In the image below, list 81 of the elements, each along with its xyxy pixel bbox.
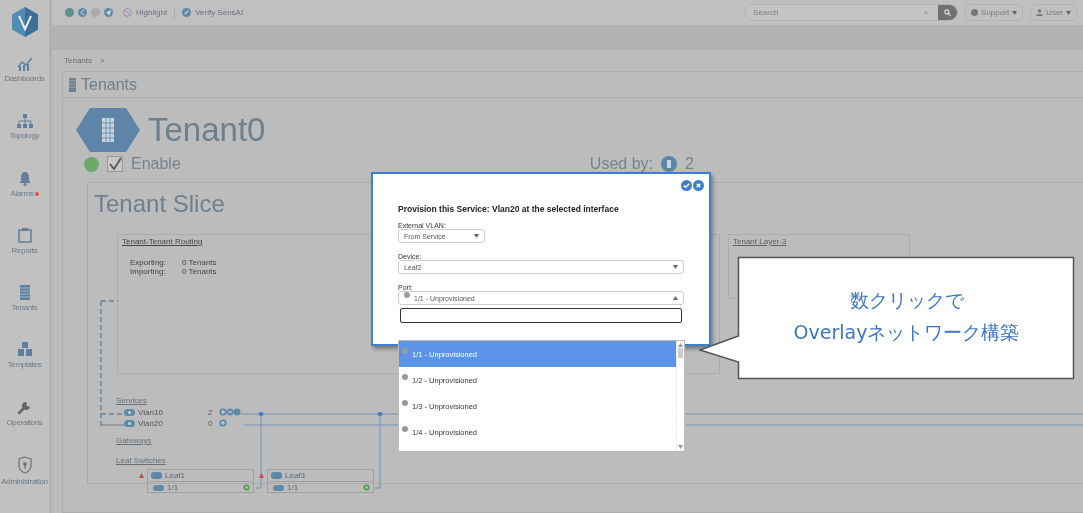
- sidebar-item[interactable]: Operations: [0, 399, 51, 456]
- field-value: 0 Tenants: [182, 267, 217, 276]
- used-by-count: 2: [684, 155, 694, 173]
- logo-icon[interactable]: [11, 7, 38, 37]
- sidebar-item[interactable]: Dashboards: [0, 57, 51, 114]
- close-icon[interactable]: [693, 180, 704, 191]
- hierarchy-icon: [16, 114, 33, 128]
- enable-label: Enable: [131, 155, 181, 173]
- user-menu[interactable]: User: [1030, 4, 1077, 22]
- field-label: Importing:: [130, 267, 167, 276]
- search-icon[interactable]: [944, 9, 952, 17]
- highlight-button[interactable]: Highlight: [136, 8, 168, 18]
- panel-title[interactable]: Tenant-Tenant Routing: [122, 237, 203, 246]
- cubes-icon: [16, 342, 33, 357]
- caret-icon: [678, 445, 683, 449]
- send-button[interactable]: [104, 8, 113, 18]
- switch-name[interactable]: Leaf3: [285, 471, 306, 480]
- user-icon: [1036, 9, 1044, 17]
- share-button[interactable]: [78, 8, 87, 18]
- service-icon: [124, 419, 135, 427]
- field-label: Exporting:: [130, 258, 168, 267]
- panel-title[interactable]: Tenant Layer-3: [733, 237, 787, 246]
- service-actions-icon[interactable]: [219, 408, 243, 416]
- gear-icon[interactable]: [243, 484, 250, 491]
- caret-icon: [1012, 10, 1018, 15]
- caret-icon: [673, 265, 678, 269]
- enable-checkbox[interactable]: [107, 156, 123, 172]
- verify-button[interactable]: Verify SensAI: [195, 8, 244, 18]
- search-field[interactable]: [400, 308, 682, 323]
- add-icon[interactable]: [219, 419, 228, 427]
- sidebar-item[interactable]: Alarms: [0, 171, 51, 228]
- building-icon: [19, 285, 30, 300]
- highlight-icon: [123, 8, 132, 18]
- tenant-icon: [660, 156, 677, 172]
- tenant-icon: [76, 108, 140, 152]
- sidebar-item[interactable]: Administration: [0, 456, 51, 513]
- gateways-link[interactable]: Gateways: [116, 436, 152, 445]
- section-title: Tenant Slice: [94, 190, 225, 219]
- bar-chart-icon: [16, 57, 33, 71]
- breadcrumb-separator: >: [100, 55, 105, 65]
- building-icon: [69, 77, 76, 92]
- port-label[interactable]: 1/1: [167, 483, 240, 492]
- page-title: Tenants: [81, 75, 138, 94]
- service-count: 2: [207, 407, 213, 417]
- status-button[interactable]: [65, 8, 74, 18]
- switch-icon: [151, 472, 162, 479]
- sidebar-item[interactable]: Topology: [0, 114, 51, 171]
- services-link[interactable]: Services: [116, 396, 147, 405]
- scrollbar[interactable]: [676, 341, 684, 451]
- tenant-name: Tenant0: [148, 111, 266, 149]
- callout-text: 数クリックで: [849, 288, 964, 313]
- port-icon: [273, 484, 284, 491]
- dialog-title: Provision this Service: Vlan20 at the selected interface: [398, 204, 620, 214]
- warning-icon: [139, 473, 144, 478]
- caret-icon: [474, 234, 479, 238]
- confirm-icon[interactable]: [681, 180, 692, 191]
- service-count: 0: [207, 418, 213, 428]
- switch-icon: [271, 472, 282, 479]
- service-name[interactable]: Vlan10: [138, 407, 163, 417]
- service-icon: [124, 408, 135, 416]
- gear-icon[interactable]: [363, 484, 370, 491]
- scrollbar-thumb[interactable]: [678, 348, 683, 358]
- sidebar-item[interactable]: Tenants: [0, 285, 51, 342]
- used-by-label: Used by:: [589, 155, 653, 173]
- sidebar-item[interactable]: Templates: [0, 342, 51, 399]
- port-label[interactable]: 1/1: [287, 483, 360, 492]
- shield-icon: [16, 456, 33, 474]
- caret-icon: [1066, 10, 1071, 15]
- check-icon: [108, 157, 122, 171]
- status-dot: [84, 156, 99, 172]
- service-name[interactable]: Vlan20: [138, 418, 163, 428]
- switch-name[interactable]: Leaf1: [165, 471, 186, 480]
- clipboard-icon: [17, 228, 32, 243]
- leaf-switches-link[interactable]: Leaf Switches: [116, 456, 166, 465]
- caret-icon: [673, 296, 678, 300]
- callout-text: Overlayネットワーク構築: [793, 320, 1020, 345]
- warning-icon: [259, 473, 264, 478]
- sidebar-item[interactable]: Reports: [0, 228, 51, 285]
- breadcrumb-link[interactable]: Tenants: [64, 55, 93, 65]
- field-value: 0 Tenants: [182, 258, 217, 267]
- port-icon: [153, 484, 164, 491]
